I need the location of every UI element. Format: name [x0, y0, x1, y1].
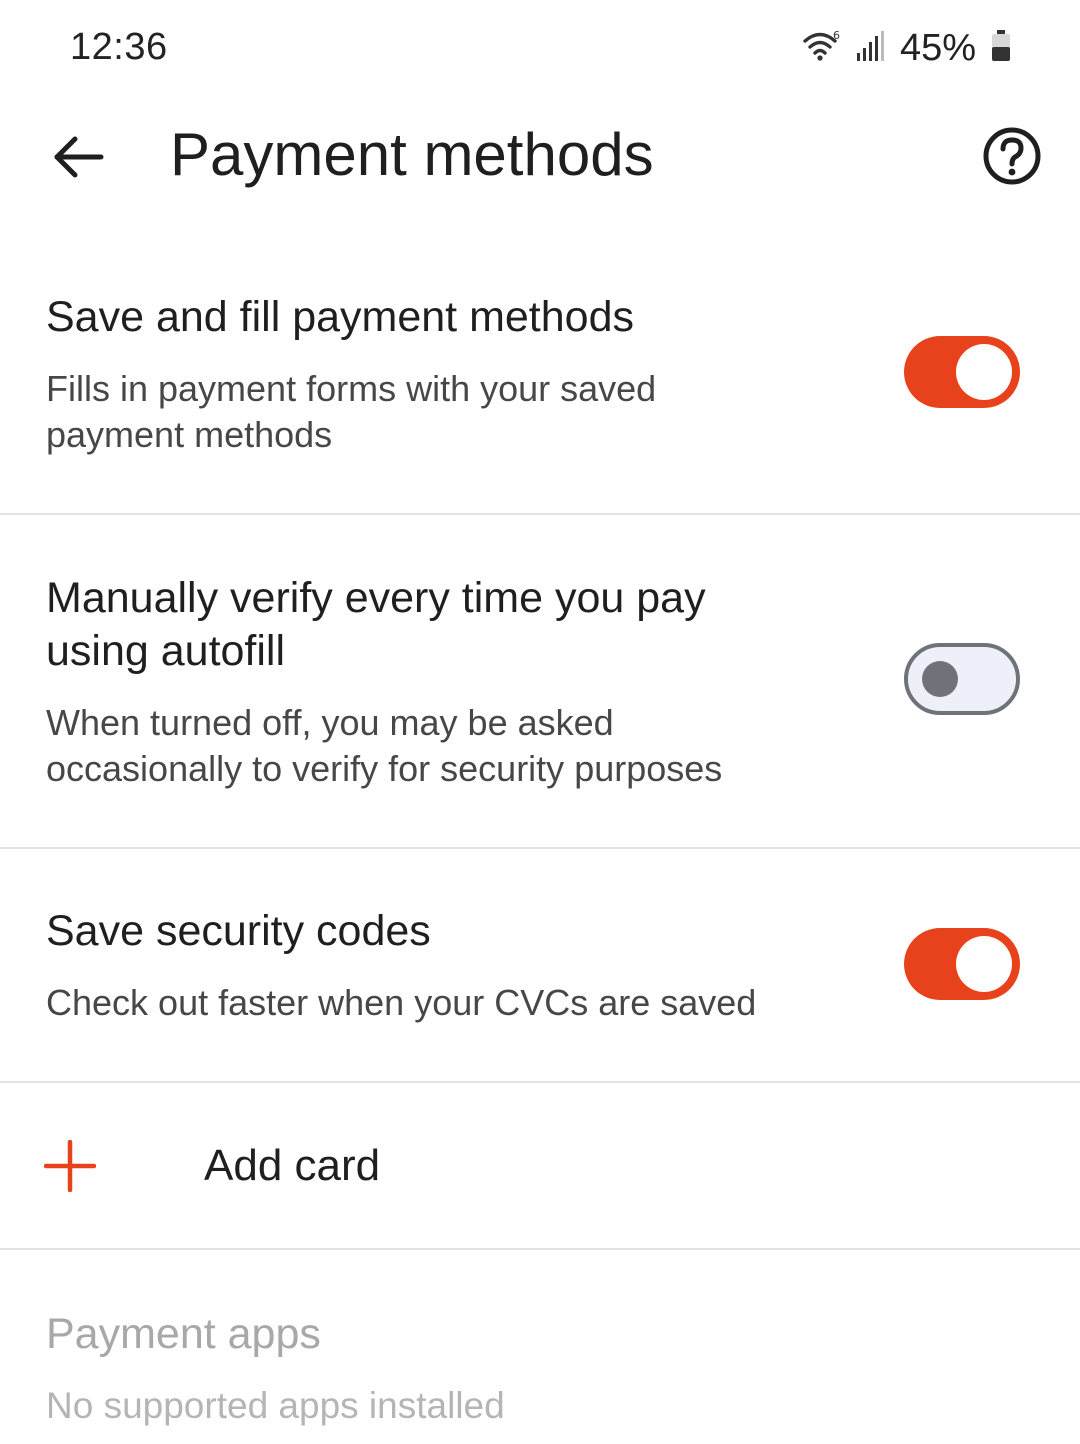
manual-verify-toggle[interactable]: [904, 643, 1020, 715]
status-icons: 6 45%: [802, 26, 1012, 70]
payment-apps-subtitle: No supported apps installed: [46, 1385, 505, 1426]
setting-subtitle: payment methods: [46, 414, 333, 455]
status-time: 12:36: [70, 26, 168, 68]
setting-subtitle: occasionally to verify for security purp…: [46, 748, 723, 789]
payment-apps-title: Payment apps: [46, 1310, 321, 1358]
save-fill-toggle[interactable]: [904, 336, 1020, 408]
divider: [0, 513, 1080, 515]
back-arrow-icon: [54, 136, 104, 178]
help-icon: [983, 127, 1041, 185]
add-card-label: Add card: [204, 1141, 381, 1190]
back-button[interactable]: [40, 118, 118, 196]
battery-icon: [990, 29, 1012, 68]
toggle-knob: [956, 344, 1012, 400]
divider: [0, 847, 1080, 849]
add-card-button[interactable]: [0, 1083, 1080, 1249]
setting-subtitle: Check out faster when your CVCs are save…: [46, 982, 757, 1023]
help-button[interactable]: [974, 118, 1050, 194]
page-title: Payment methods: [170, 121, 654, 188]
setting-title-line1: Manually verify every time you pay: [46, 574, 706, 622]
setting-title: Save and fill payment methods: [46, 293, 634, 341]
svg-text:6: 6: [833, 29, 840, 42]
wifi-icon: 6: [802, 29, 842, 68]
toggle-knob: [922, 661, 958, 697]
status-bar: 12:36 6 45%: [0, 0, 1080, 96]
divider: [0, 1248, 1080, 1250]
toggle-knob: [956, 936, 1012, 992]
app-bar: Payment methods: [0, 96, 1080, 216]
battery-percent: 45%: [899, 26, 976, 69]
setting-title: Save security codes: [46, 907, 431, 955]
setting-subtitle: Fills in payment forms with your saved: [46, 368, 657, 409]
setting-title-line2: using autofill: [46, 627, 286, 675]
security-codes-toggle[interactable]: [904, 928, 1020, 1000]
signal-icon: [856, 29, 886, 68]
setting-subtitle: When turned off, you may be asked: [46, 702, 614, 743]
plus-icon: [44, 1140, 96, 1192]
